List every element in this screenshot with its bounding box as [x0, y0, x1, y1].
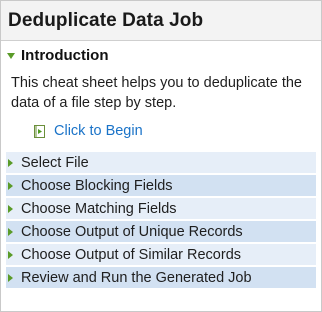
collapse-triangle-icon[interactable]	[8, 273, 13, 282]
step-item-blocking-fields[interactable]: Choose Blocking Fields	[6, 175, 316, 196]
cheat-sheet-title: Deduplicate Data Job	[8, 9, 204, 31]
step-item-review-run[interactable]: Review and Run the Generated Job	[6, 267, 316, 288]
introduction-text: This cheat sheet helps you to deduplicat…	[11, 75, 302, 111]
introduction-header[interactable]: Introduction	[1, 41, 321, 69]
step-item-matching-fields[interactable]: Choose Matching Fields	[6, 198, 316, 219]
click-to-begin[interactable]: Click to Begin	[33, 122, 321, 140]
collapse-triangle-icon[interactable]	[8, 181, 13, 190]
step-label: Select File	[21, 154, 89, 171]
title-bar: Deduplicate Data Job	[1, 1, 321, 41]
steps-list: Select File Choose Blocking Fields Choos…	[6, 152, 316, 290]
step-label: Review and Run the Generated Job	[21, 269, 252, 286]
collapse-triangle-icon[interactable]	[8, 250, 13, 259]
click-to-begin-link[interactable]: Click to Begin	[54, 123, 143, 139]
step-label: Choose Output of Similar Records	[21, 246, 242, 263]
play-page-icon[interactable]	[33, 124, 46, 138]
step-label: Choose Output of Unique Records	[21, 223, 243, 240]
step-label: Choose Blocking Fields	[21, 177, 173, 194]
step-item-select-file[interactable]: Select File	[6, 152, 316, 173]
collapse-triangle-icon[interactable]	[8, 227, 13, 236]
expand-triangle-icon[interactable]	[7, 52, 15, 59]
introduction-label: Introduction	[21, 46, 109, 64]
step-label: Choose Matching Fields	[21, 200, 177, 217]
collapse-triangle-icon[interactable]	[8, 204, 13, 213]
step-item-unique-records[interactable]: Choose Output of Unique Records	[6, 221, 316, 242]
step-item-similar-records[interactable]: Choose Output of Similar Records	[6, 244, 316, 265]
collapse-triangle-icon[interactable]	[8, 158, 13, 167]
